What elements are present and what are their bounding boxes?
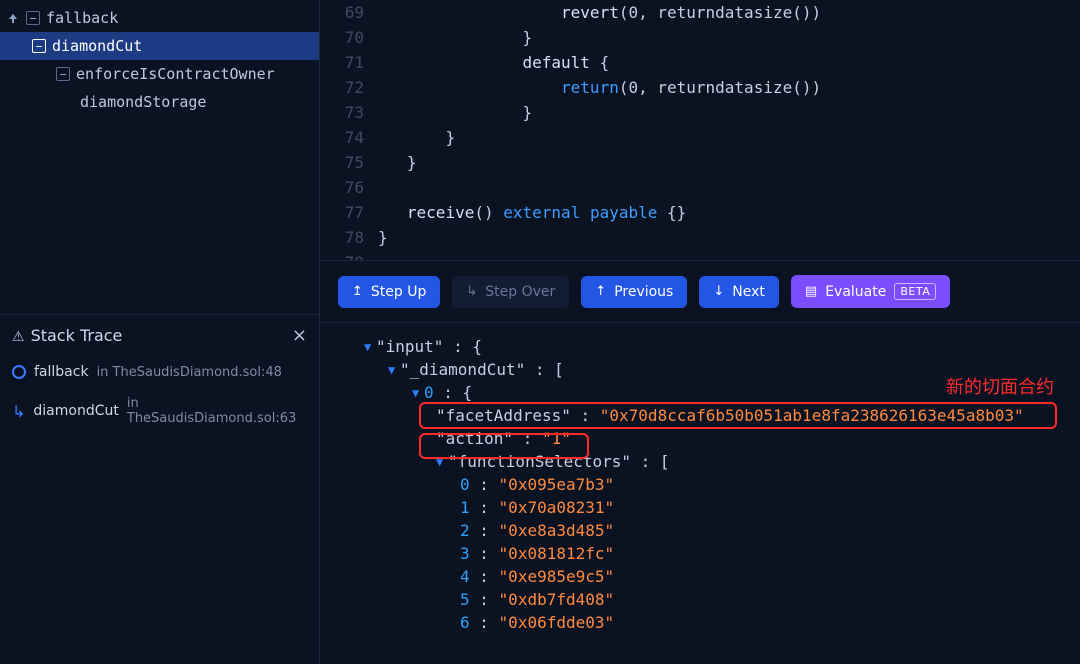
close-icon[interactable]: × <box>292 325 307 346</box>
frame-name: diamondCut <box>33 403 118 419</box>
up-arrow-icon: ↑ <box>595 284 606 299</box>
line-number: 79 <box>320 253 378 260</box>
line-number: 78 <box>320 228 378 247</box>
stack-frame[interactable]: fallback in TheSaudisDiamond.sol:48 <box>0 356 319 388</box>
collapse-icon[interactable]: − <box>32 39 46 53</box>
clipboard-icon: ▤ <box>805 284 817 299</box>
left-panel: − fallback − diamondCut − enforceIsContr… <box>0 0 320 664</box>
code-text: revert(0, returndatasize()) <box>378 3 821 22</box>
code-text: } <box>378 103 532 122</box>
line-number: 74 <box>320 128 378 147</box>
tree-label: enforceIsContractOwner <box>76 65 275 83</box>
right-panel: 69 revert(0, returndatasize())70 }71 def… <box>320 0 1080 664</box>
code-line: 72 return(0, returndatasize()) <box>320 75 1080 100</box>
code-line: 77 receive() external payable {} <box>320 200 1080 225</box>
debug-toolbar: ↥ Step Up ↳ Step Over ↑ Previous ↓ Next … <box>320 260 1080 323</box>
btn-label: Step Over <box>485 284 555 300</box>
tree-label: fallback <box>46 9 118 27</box>
json-row[interactable]: ▼ "functionSelectors" : [ <box>340 450 1080 473</box>
btn-label: Step Up <box>371 284 426 300</box>
json-row[interactable]: 5 : "0xdb7fd408" <box>340 588 1080 611</box>
data-inspector[interactable]: 新的切面合约 ▼ "input" : {▼ "_diamondCut" : [▼… <box>320 323 1080 664</box>
code-line: 73 } <box>320 100 1080 125</box>
json-row[interactable]: "facetAddress" : "0x70d8ccaf6b50b051ab1e… <box>340 404 1080 427</box>
step-over-button[interactable]: ↳ Step Over <box>452 276 569 308</box>
code-line: 79 <box>320 250 1080 260</box>
up-icon: ↥ <box>352 284 363 299</box>
frame-location: in TheSaudisDiamond.sol:48 <box>97 365 282 380</box>
btn-label: Previous <box>614 284 673 300</box>
tree-item-enforceowner[interactable]: − enforceIsContractOwner <box>0 60 319 88</box>
line-number: 75 <box>320 153 378 172</box>
code-editor[interactable]: 69 revert(0, returndatasize())70 }71 def… <box>320 0 1080 260</box>
call-tree: − fallback − diamondCut − enforceIsContr… <box>0 0 319 315</box>
frame-marker-icon <box>12 365 26 379</box>
btn-label: Next <box>732 284 765 300</box>
json-row[interactable]: 0 : "0x095ea7b3" <box>340 473 1080 496</box>
json-row[interactable]: 1 : "0x70a08231" <box>340 496 1080 519</box>
code-line: 76 <box>320 175 1080 200</box>
tree-item-fallback[interactable]: − fallback <box>0 4 319 32</box>
warning-icon: ⚠ <box>12 329 25 345</box>
stack-trace-header: ⚠ Stack Trace × <box>0 315 319 356</box>
step-up-button[interactable]: ↥ Step Up <box>338 276 440 308</box>
json-row[interactable]: 2 : "0xe8a3d485" <box>340 519 1080 542</box>
stack-frame[interactable]: ↳ diamondCut in TheSaudisDiamond.sol:63 <box>0 388 319 434</box>
annotation-text: 新的切面合约 <box>946 373 1054 399</box>
code-line: 70 } <box>320 25 1080 50</box>
frame-location: in TheSaudisDiamond.sol:63 <box>127 396 307 426</box>
code-text: receive() external payable {} <box>378 203 686 222</box>
json-row[interactable]: ▼ "input" : { <box>340 335 1080 358</box>
code-line: 75 } <box>320 150 1080 175</box>
collapse-icon[interactable]: − <box>56 67 70 81</box>
json-row[interactable]: 3 : "0x081812fc" <box>340 542 1080 565</box>
line-number: 69 <box>320 3 378 22</box>
code-text: } <box>378 228 388 247</box>
code-text: } <box>378 128 455 147</box>
tree-item-diamondstorage[interactable]: diamondStorage <box>0 88 319 116</box>
evaluate-button[interactable]: ▤ Evaluate BETA <box>791 275 950 308</box>
beta-badge: BETA <box>894 283 936 300</box>
collapse-icon[interactable]: − <box>26 11 40 25</box>
down-arrow-icon: ↓ <box>713 284 724 299</box>
previous-button[interactable]: ↑ Previous <box>581 276 687 308</box>
code-line: 74 } <box>320 125 1080 150</box>
line-number: 77 <box>320 203 378 222</box>
line-number: 73 <box>320 103 378 122</box>
step-over-icon: ↳ <box>466 284 477 299</box>
line-number: 70 <box>320 28 378 47</box>
code-text: } <box>378 153 417 172</box>
next-button[interactable]: ↓ Next <box>699 276 779 308</box>
tree-label: diamondStorage <box>80 93 206 111</box>
btn-label: Evaluate <box>825 284 886 300</box>
json-row[interactable]: 4 : "0xe985e9c5" <box>340 565 1080 588</box>
tree-label: diamondCut <box>52 37 142 55</box>
frame-arrow-icon: ↳ <box>12 402 25 421</box>
code-line: 71 default { <box>320 50 1080 75</box>
code-line: 69 revert(0, returndatasize()) <box>320 0 1080 25</box>
code-line: 78} <box>320 225 1080 250</box>
code-text: } <box>378 28 532 47</box>
panel-title: Stack Trace <box>31 326 123 345</box>
json-row[interactable]: "action" : "1" <box>340 427 1080 450</box>
line-number: 71 <box>320 53 378 72</box>
line-number: 76 <box>320 178 378 197</box>
code-text: return(0, returndatasize()) <box>378 78 821 97</box>
code-text: default { <box>378 53 609 72</box>
tree-item-diamondcut[interactable]: − diamondCut <box>0 32 319 60</box>
line-number: 72 <box>320 78 378 97</box>
up-arrow-icon <box>8 9 20 27</box>
json-row[interactable]: 6 : "0x06fdde03" <box>340 611 1080 634</box>
frame-name: fallback <box>34 364 89 380</box>
